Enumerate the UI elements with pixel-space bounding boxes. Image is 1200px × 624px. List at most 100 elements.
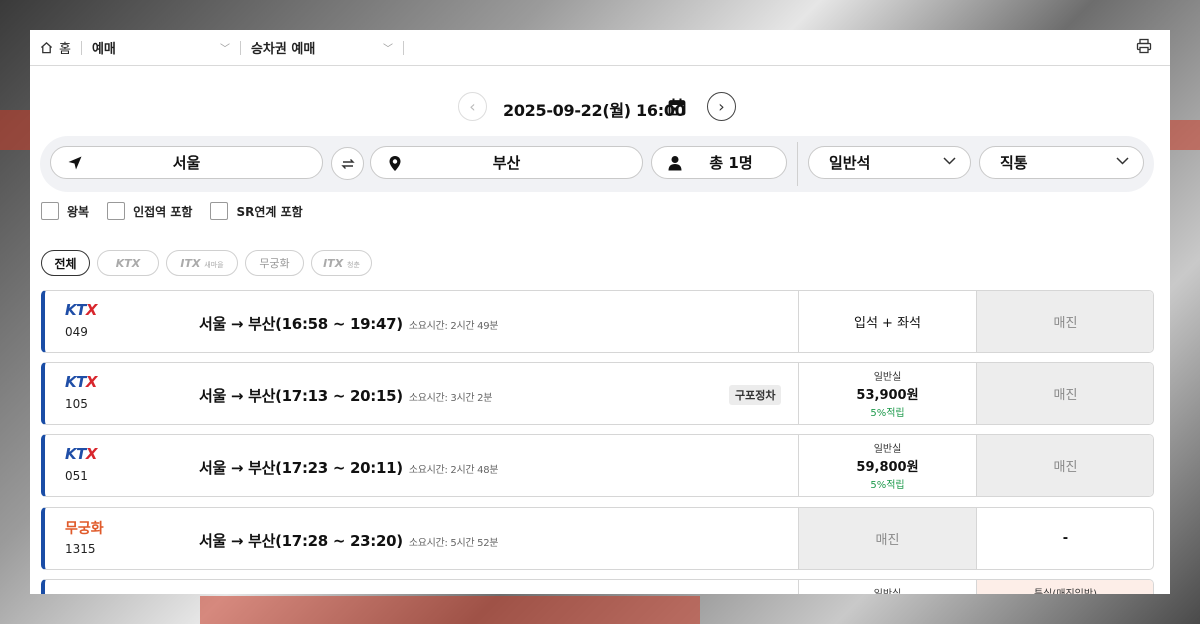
prev-date-button[interactable]: ‹: [458, 92, 487, 121]
divider: [80, 40, 82, 55]
train-row[interactable]: KTX 049 서울 → 부산(16:58 ~ 19:47) 소요시간: 2시간 …: [41, 290, 1154, 353]
search-options: 왕복 인접역 포함 SR연계 포함: [41, 202, 321, 220]
location-pin-icon: [389, 156, 401, 171]
duration: 소요시간: 2시간 48분: [408, 465, 499, 476]
destination-field[interactable]: 부산: [370, 146, 643, 179]
breadcrumb-label: 예매: [91, 42, 116, 57]
filter-chip-itx-saemaeul[interactable]: ITX 새마을: [166, 250, 238, 276]
special-seat-cell: 매진: [976, 435, 1153, 496]
duration: 소요시간: 5시간 52분: [408, 538, 499, 549]
selected-date[interactable]: 2025-09-22(월) 16:00: [503, 97, 686, 121]
divider: [797, 142, 798, 186]
special-seat-cell: -: [976, 508, 1153, 569]
train-row[interactable]: KTX 105 서울 → 부산(17:13 ~ 20:15) 소요시간: 3시간 …: [41, 362, 1154, 425]
roundtrip-checkbox[interactable]: 왕복: [41, 202, 89, 220]
train-number: 1315: [65, 542, 96, 556]
origin-value: 서울: [172, 154, 201, 172]
date-selector: ‹ 2025-09-22(월) 16:00 ›: [30, 92, 1170, 122]
general-seat-cell[interactable]: 일반실: [798, 580, 976, 594]
destination-value: 부산: [492, 154, 521, 172]
route-time: 서울 → 부산(16:58 ~ 19:47) 소요시간: 2시간 49분: [199, 313, 498, 334]
divider: [239, 40, 241, 55]
general-seat-cell[interactable]: 일반실 53,900원 5%적립: [798, 363, 976, 424]
breadcrumb-dropdown-booking[interactable]: 예매 ﹀: [92, 38, 230, 57]
filter-chip-itx-cheongchun[interactable]: ITX 청춘: [311, 250, 372, 276]
nearby-station-checkbox[interactable]: 인접역 포함: [107, 202, 192, 220]
breadcrumb: 홈 예매 ﹀ 승차권 예매 ﹀: [30, 30, 1170, 66]
seat-class-label: 일반실: [874, 585, 902, 594]
special-seat-cell: 매진: [976, 363, 1153, 424]
seat-class-value: 일반석: [829, 154, 871, 172]
chevron-down-icon: [1116, 157, 1129, 165]
route-time: 서울 → 부산(17:13 ~ 20:15) 소요시간: 3시간 2분: [199, 385, 492, 406]
checkbox-box[interactable]: [41, 202, 59, 220]
checkbox-box[interactable]: [107, 202, 126, 220]
logo-subtext: 새마을: [204, 260, 224, 269]
person-icon: [668, 156, 682, 171]
checkbox-label: 인접역 포함: [133, 204, 193, 219]
duration: 소요시간: 2시간 49분: [408, 321, 499, 332]
seat-class-select[interactable]: 일반석: [808, 146, 971, 179]
sr-connection-checkbox[interactable]: SR연계 포함: [210, 202, 303, 220]
origin-field[interactable]: 서울: [50, 146, 323, 179]
special-seat-cell[interactable]: 특실(매진임박): [976, 580, 1153, 594]
checkbox-label: SR연계 포함: [236, 204, 303, 219]
background-decoration: [1170, 120, 1200, 150]
swap-icon: [340, 158, 355, 169]
general-seat-cell[interactable]: 입석 + 좌석: [798, 291, 976, 352]
chevron-left-icon: ‹: [469, 97, 476, 116]
ktx-logo: KTX: [65, 373, 97, 391]
home-link[interactable]: 홈: [30, 38, 71, 57]
logo-text: ITX: [180, 256, 201, 270]
filter-chip-mugunghwa[interactable]: 무궁화: [245, 250, 304, 276]
next-date-button[interactable]: ›: [707, 92, 736, 121]
breadcrumb-dropdown-ticket[interactable]: 승차권 예매 ﹀: [251, 38, 393, 57]
logo-text: ITX: [323, 256, 344, 270]
points-label: 5%적립: [870, 408, 905, 419]
swap-stations-button[interactable]: [331, 147, 364, 180]
general-seat-cell[interactable]: 일반실 59,800원 5%적립: [798, 435, 976, 496]
background-decoration: [200, 596, 700, 624]
train-row[interactable]: KTX 051 서울 → 부산(17:23 ~ 20:11) 소요시간: 2시간 …: [41, 434, 1154, 497]
trip-type-select[interactable]: 직통: [979, 146, 1144, 179]
seat-option: 입석 + 좌석: [854, 316, 921, 331]
seat-status: 특실(매진임박): [1034, 585, 1097, 594]
seat-class-label: 일반실: [873, 372, 902, 383]
departure-arrow-icon: [68, 156, 82, 170]
breadcrumb-label: 승차권 예매: [250, 42, 316, 57]
brand-label: KTX: [65, 373, 97, 391]
points-label: 5%적립: [870, 480, 905, 491]
filter-chip-all[interactable]: 전체: [41, 250, 90, 276]
calendar-icon[interactable]: [668, 98, 686, 116]
checkbox-box[interactable]: [210, 202, 229, 220]
stop-badge: 구포정차: [729, 385, 782, 405]
chevron-right-icon: ›: [718, 97, 725, 116]
train-number: 049: [65, 325, 88, 339]
train-row[interactable]: 일반실 특실(매진임박): [41, 579, 1154, 594]
filter-chip-ktx[interactable]: KTX: [97, 250, 159, 276]
route-text: 서울 → 부산(17:13 ~ 20:15): [199, 387, 403, 405]
chevron-down-icon: [943, 157, 956, 165]
brand-label: KTX: [65, 445, 97, 463]
ktx-logo: KTX: [65, 301, 97, 319]
route-text: 서울 → 부산(17:23 ~ 20:11): [199, 459, 403, 477]
general-seat-cell: 매진: [798, 508, 976, 569]
train-type-filter: 전체 KTX ITX 새마을 무궁화 ITX 청춘: [41, 250, 379, 276]
home-icon: [40, 41, 53, 54]
search-bar: 서울 부산 총 1명 일반석 직통: [40, 136, 1154, 192]
itx-cheongchun-logo: ITX 청춘: [323, 257, 360, 270]
special-seat-cell: 매진: [976, 291, 1153, 352]
home-label: 홈: [59, 42, 71, 57]
duration: 소요시간: 3시간 2분: [408, 393, 493, 404]
fare-price: 59,800원: [856, 460, 919, 475]
route-time: 서울 → 부산(17:28 ~ 23:20) 소요시간: 5시간 52분: [199, 530, 498, 551]
passenger-field[interactable]: 총 1명: [651, 146, 787, 179]
train-row[interactable]: 무궁화 1315 서울 → 부산(17:28 ~ 23:20) 소요시간: 5시간…: [41, 507, 1154, 570]
chevron-down-icon: ﹀: [219, 44, 230, 55]
checkbox-label: 왕복: [67, 204, 90, 219]
print-button[interactable]: [1136, 38, 1156, 58]
trip-type-value: 직통: [1000, 154, 1028, 172]
route-text: 서울 → 부산(17:28 ~ 23:20): [199, 532, 403, 550]
main-panel: 홈 예매 ﹀ 승차권 예매 ﹀ ‹ 2025-09-22(월) 16:00 › …: [30, 30, 1170, 594]
route-time: 서울 → 부산(17:23 ~ 20:11) 소요시간: 2시간 48분: [199, 457, 498, 478]
